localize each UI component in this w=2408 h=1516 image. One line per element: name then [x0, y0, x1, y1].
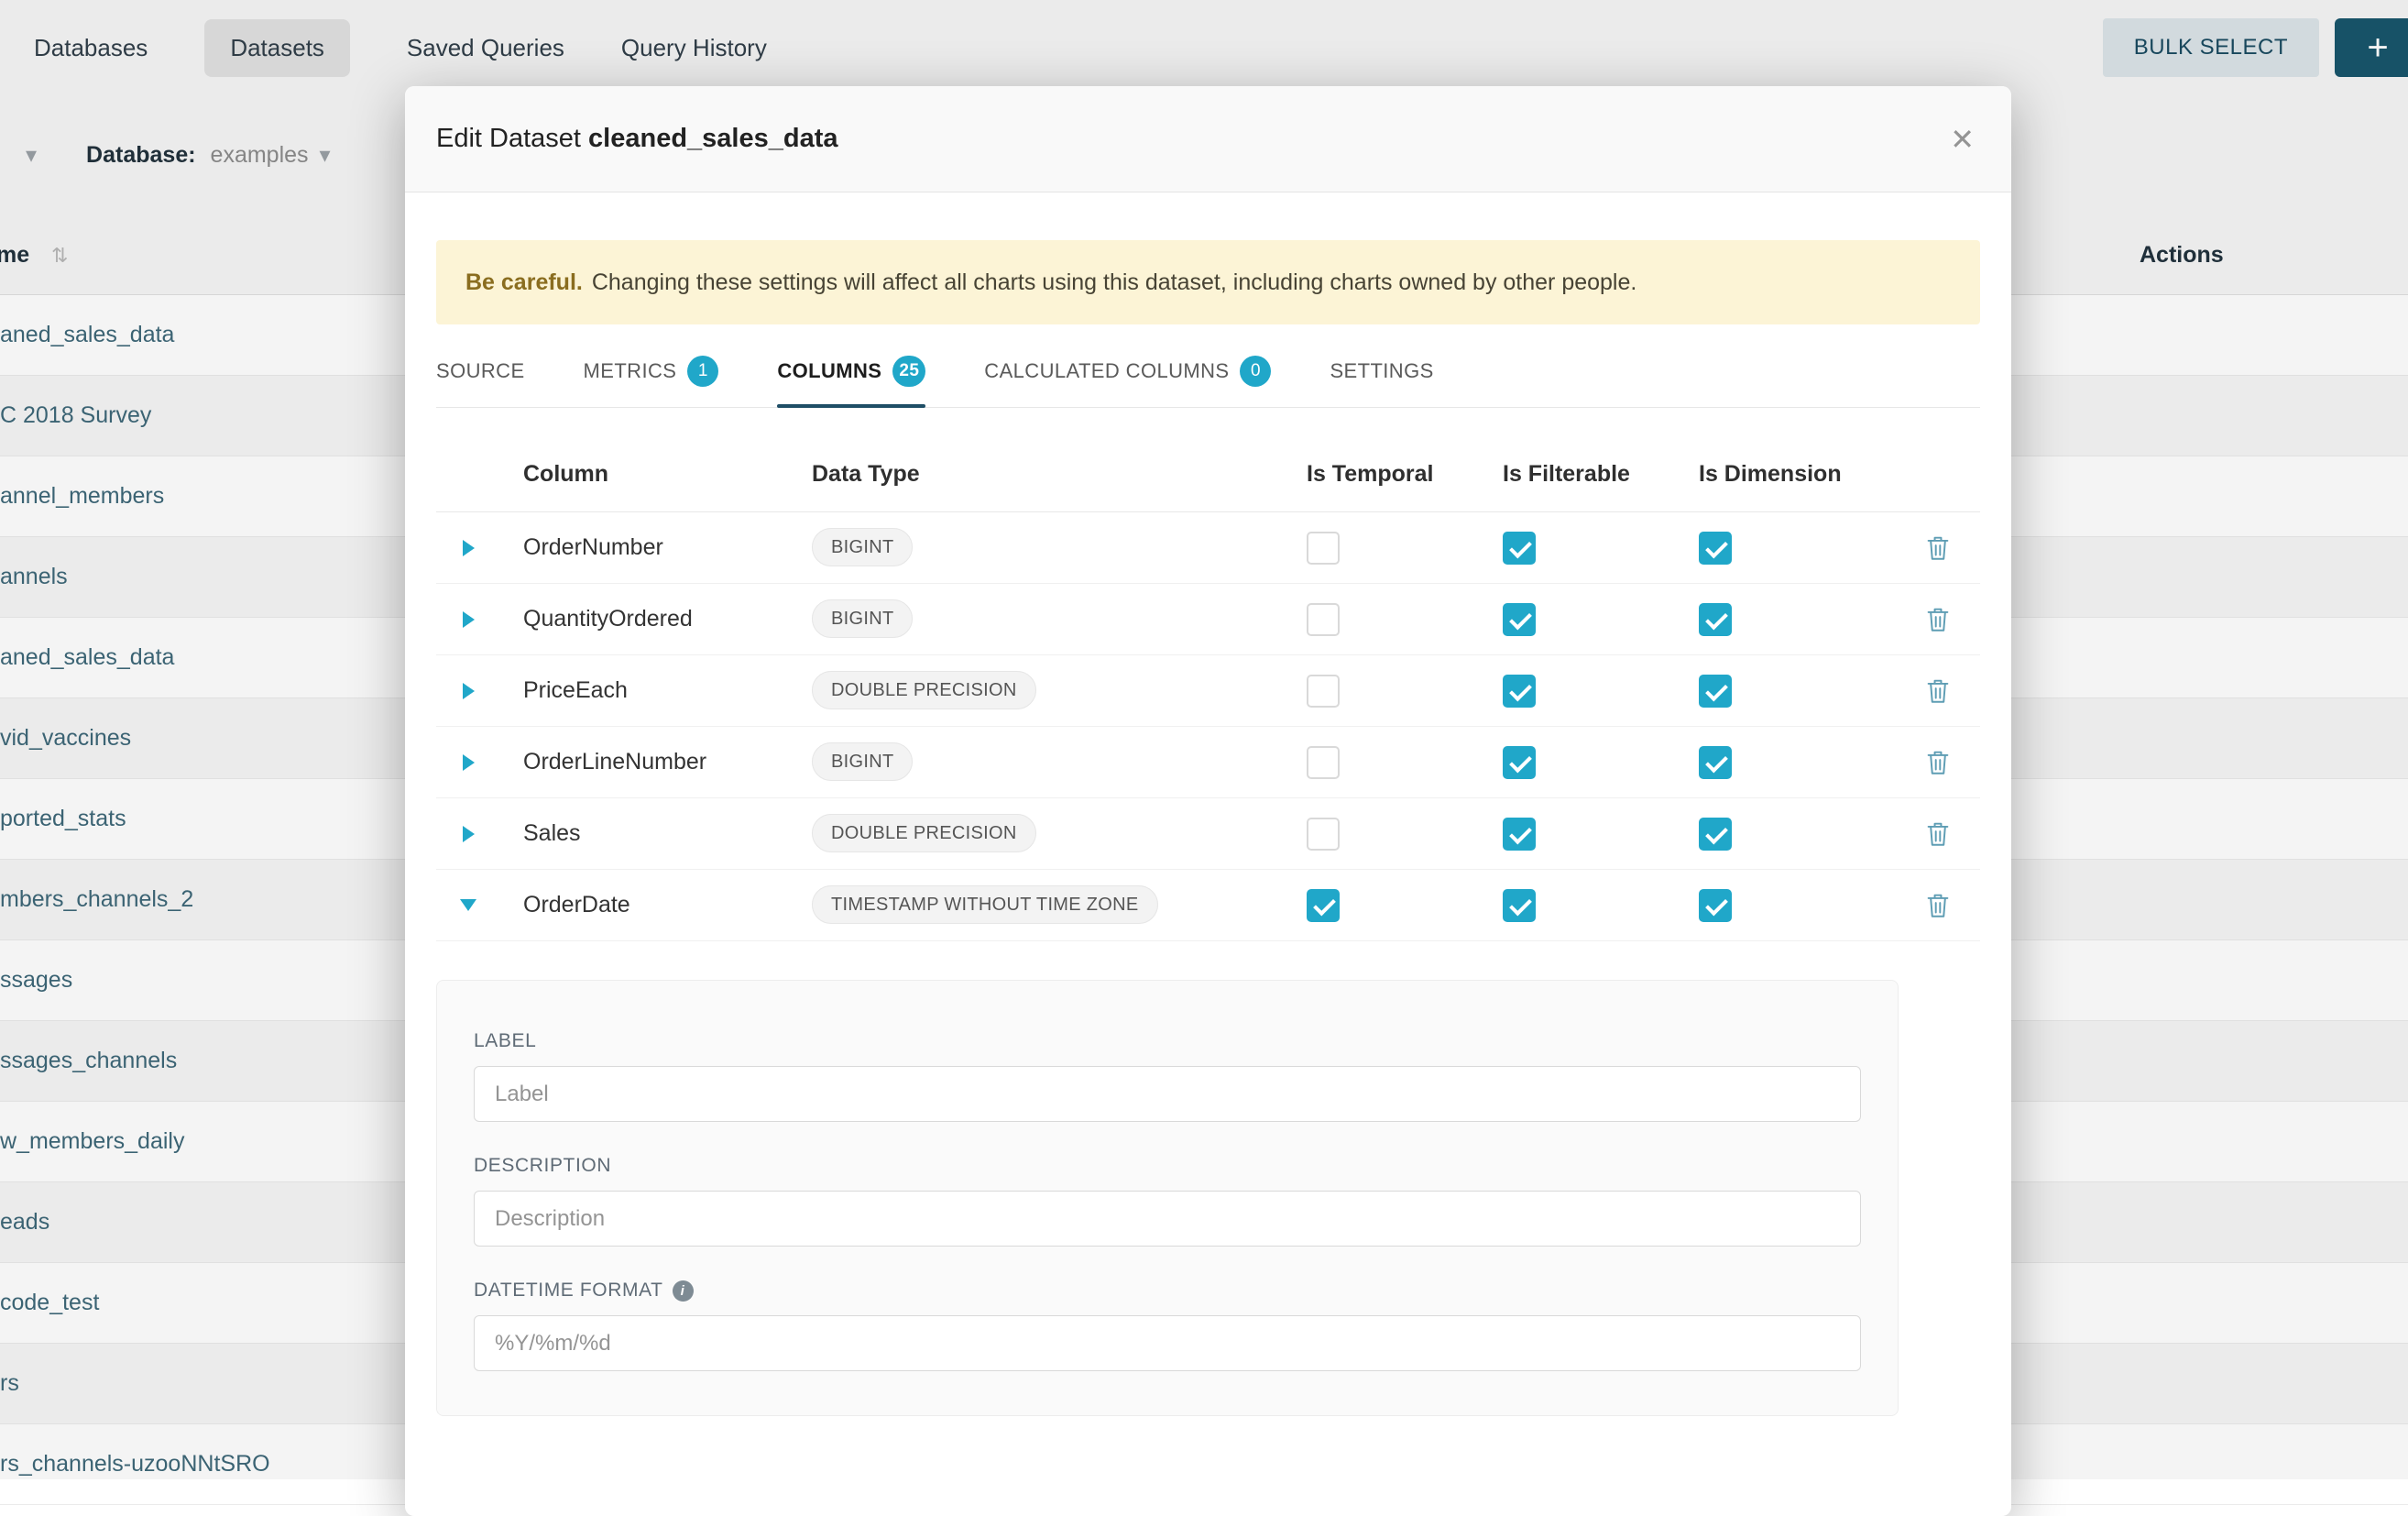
is-temporal-checkbox[interactable] — [1307, 675, 1340, 708]
column-row-orderdate: OrderDateTIMESTAMP WITHOUT TIME ZONE — [436, 870, 1980, 941]
collapse-caret-icon[interactable] — [460, 899, 476, 911]
is-temporal-checkbox[interactable] — [1307, 746, 1340, 779]
tab-label: SETTINGS — [1330, 359, 1433, 383]
column-row-quantityordered: QuantityOrderedBIGINT — [436, 584, 1980, 655]
column-detail-panel: LABEL DESCRIPTION DATETIME FORMAT i — [436, 980, 1899, 1416]
column-row-orderlinenumber: OrderLineNumberBIGINT — [436, 727, 1980, 798]
description-field-group: DESCRIPTION — [474, 1155, 1861, 1247]
column-name: OrderDate — [500, 892, 812, 918]
is-temporal-checkbox[interactable] — [1307, 818, 1340, 851]
expand-caret-icon[interactable] — [463, 540, 475, 556]
modal-tabs: SOURCE METRICS 1 COLUMNS 25 CALCULATED COLUMN… — [436, 356, 1980, 408]
is-dimension-header: Is Dimension — [1699, 461, 1895, 488]
description-input[interactable] — [474, 1191, 1861, 1247]
tab-count-badge: 1 — [687, 356, 718, 387]
is-filterable-header: Is Filterable — [1503, 461, 1699, 488]
is-filterable-checkbox[interactable] — [1503, 675, 1536, 708]
is-dimension-checkbox[interactable] — [1699, 818, 1732, 851]
expand-caret-icon[interactable] — [463, 826, 475, 842]
columns-table-body: OrderNumberBIGINTQuantityOrderedBIGINTPr… — [436, 512, 1980, 941]
delete-column-icon[interactable] — [1925, 892, 1951, 919]
modal-title-dataset-name: cleaned_sales_data — [588, 124, 837, 153]
delete-column-icon[interactable] — [1925, 820, 1951, 848]
delete-column-icon[interactable] — [1925, 534, 1951, 562]
datetime-format-label-text: DATETIME FORMAT — [474, 1280, 663, 1302]
edit-dataset-modal: Edit Dataset cleaned_sales_data ✕ Be car… — [405, 86, 2011, 1516]
data-type-pill: TIMESTAMP WITHOUT TIME ZONE — [812, 885, 1158, 924]
column-row-priceeach: PriceEachDOUBLE PRECISION — [436, 655, 1980, 727]
is-dimension-checkbox[interactable] — [1699, 889, 1732, 922]
expand-caret-icon[interactable] — [463, 683, 475, 699]
is-temporal-checkbox[interactable] — [1307, 889, 1340, 922]
warning-banner: Be careful. Changing these settings will… — [436, 240, 1980, 324]
label-field-label: LABEL — [474, 1030, 1861, 1052]
is-filterable-checkbox[interactable] — [1503, 603, 1536, 636]
modal-header: Edit Dataset cleaned_sales_data ✕ — [405, 86, 2011, 192]
tab-label: METRICS — [584, 359, 677, 383]
column-name: PriceEach — [500, 677, 812, 704]
tab-label: CALCULATED COLUMNS — [984, 359, 1229, 383]
delete-column-icon[interactable] — [1925, 606, 1951, 633]
tab-count-badge: 25 — [892, 356, 925, 387]
modal-title: Edit Dataset cleaned_sales_data — [436, 124, 838, 154]
is-filterable-checkbox[interactable] — [1503, 746, 1536, 779]
modal-title-prefix: Edit Dataset — [436, 124, 581, 153]
datetime-format-field-label: DATETIME FORMAT i — [474, 1280, 1861, 1302]
is-dimension-checkbox[interactable] — [1699, 603, 1732, 636]
data-type-pill: DOUBLE PRECISION — [812, 671, 1036, 709]
info-icon[interactable]: i — [673, 1280, 694, 1302]
data-type-pill: DOUBLE PRECISION — [812, 814, 1036, 852]
is-temporal-checkbox[interactable] — [1307, 603, 1340, 636]
column-row-sales: SalesDOUBLE PRECISION — [436, 798, 1980, 870]
tab-label: SOURCE — [436, 359, 525, 383]
tab-count-badge: 0 — [1240, 356, 1271, 387]
warning-banner-text: Changing these settings will affect all … — [592, 269, 1637, 296]
delete-column-icon[interactable] — [1925, 749, 1951, 776]
datetime-format-input[interactable] — [474, 1315, 1861, 1371]
data-type-pill: BIGINT — [812, 599, 913, 638]
modal-body: Be careful. Changing these settings will… — [405, 240, 2011, 1416]
column-row-ordernumber: OrderNumberBIGINT — [436, 512, 1980, 584]
column-header: Column — [500, 461, 812, 488]
is-temporal-checkbox[interactable] — [1307, 532, 1340, 565]
delete-column-icon[interactable] — [1925, 677, 1951, 705]
data-type-pill: BIGINT — [812, 528, 913, 566]
is-filterable-checkbox[interactable] — [1503, 818, 1536, 851]
label-field-group: LABEL — [474, 1030, 1861, 1122]
tab-metrics[interactable]: METRICS 1 — [584, 356, 719, 407]
datetime-format-field-group: DATETIME FORMAT i — [474, 1280, 1861, 1371]
column-name: Sales — [500, 820, 812, 847]
is-filterable-checkbox[interactable] — [1503, 889, 1536, 922]
is-filterable-checkbox[interactable] — [1503, 532, 1536, 565]
warning-banner-bold: Be careful. — [465, 269, 583, 296]
description-field-label: DESCRIPTION — [474, 1155, 1861, 1177]
is-dimension-checkbox[interactable] — [1699, 675, 1732, 708]
expand-caret-icon[interactable] — [463, 754, 475, 771]
columns-table-header: Column Data Type Is Temporal Is Filterab… — [436, 408, 1980, 512]
label-input[interactable] — [474, 1066, 1861, 1122]
tab-label: COLUMNS — [777, 359, 881, 383]
data-type-header: Data Type — [812, 461, 1307, 488]
column-name: QuantityOrdered — [500, 606, 812, 632]
data-type-pill: BIGINT — [812, 742, 913, 781]
is-temporal-header: Is Temporal — [1307, 461, 1503, 488]
expand-caret-icon[interactable] — [463, 611, 475, 628]
tab-calculated-columns[interactable]: CALCULATED COLUMNS 0 — [984, 356, 1271, 407]
is-dimension-checkbox[interactable] — [1699, 746, 1732, 779]
close-icon[interactable]: ✕ — [1950, 125, 1975, 154]
tab-settings[interactable]: SETTINGS — [1330, 356, 1433, 407]
column-name: OrderNumber — [500, 534, 812, 561]
column-name: OrderLineNumber — [500, 749, 812, 775]
tab-source[interactable]: SOURCE — [436, 356, 525, 407]
is-dimension-checkbox[interactable] — [1699, 532, 1732, 565]
tab-columns[interactable]: COLUMNS 25 — [777, 356, 925, 407]
